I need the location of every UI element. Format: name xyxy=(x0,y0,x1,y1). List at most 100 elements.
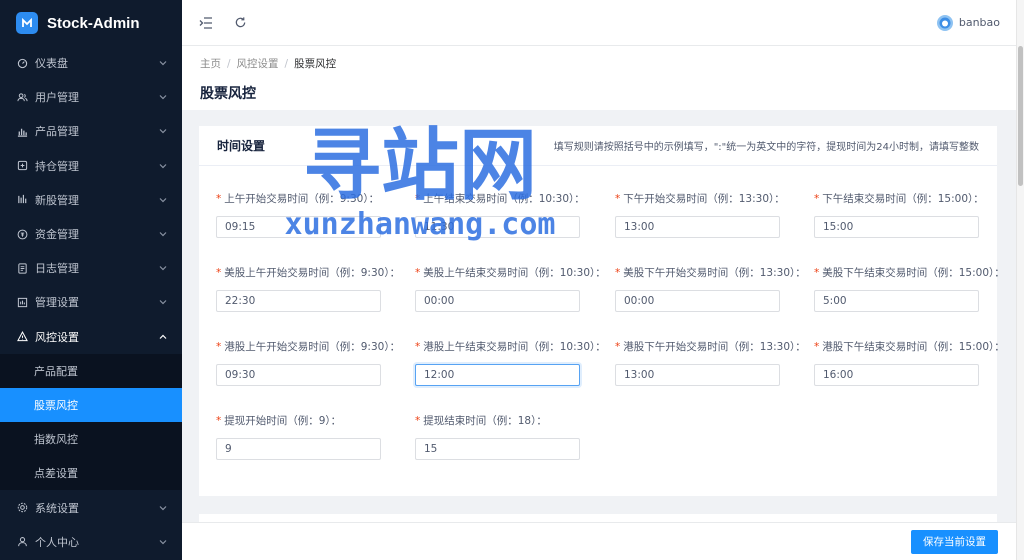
field-label-text: 港股下午开始交易时间（例：13:30）： xyxy=(623,341,806,353)
scrollbar-thumb[interactable] xyxy=(1018,46,1023,186)
user-menu[interactable]: banbao xyxy=(936,14,1000,31)
sidebar-subitem-index-risk[interactable]: 指数风控 xyxy=(0,422,182,456)
sidebar-item-positions[interactable]: 持仓管理 xyxy=(0,149,182,183)
collapse-menu-icon[interactable] xyxy=(198,15,214,31)
field-label-text: 提现开始时间（例：9）： xyxy=(224,415,342,427)
chevron-down-icon xyxy=(158,503,168,513)
save-settings-button[interactable]: 保存当前设置 xyxy=(911,529,998,554)
required-mark: * xyxy=(216,341,222,353)
field-label-text: 港股上午结束交易时间（例：10:30）： xyxy=(423,341,606,353)
us-am-end-input[interactable] xyxy=(415,290,580,312)
ipo-icon xyxy=(16,194,28,206)
am-end-input[interactable] xyxy=(415,216,580,238)
required-mark: * xyxy=(615,341,621,353)
field-label-text: 提现结束时间（例：18）： xyxy=(423,415,547,427)
top-header: banbao xyxy=(182,0,1016,46)
chevron-down-icon xyxy=(158,537,168,547)
chevron-down-icon xyxy=(158,195,168,205)
field-label-text: 美股下午开始交易时间（例：13:30）： xyxy=(623,267,806,279)
log-icon xyxy=(16,262,28,274)
sidebar-item-label: 用户管理 xyxy=(35,91,79,105)
pm-start-input[interactable] xyxy=(615,216,780,238)
sidebar-item-admin[interactable]: 管理设置 xyxy=(0,285,182,319)
refresh-icon[interactable] xyxy=(232,15,248,31)
hk-am-end-input[interactable] xyxy=(415,364,580,386)
form-field: * 港股上午开始交易时间（例：9:30）： xyxy=(216,339,416,386)
us-am-start-input[interactable] xyxy=(216,290,381,312)
form-field: * 上午结束交易时间（例：10:30）： xyxy=(415,191,615,238)
field-label: * 上午结束交易时间（例：10:30）： xyxy=(415,191,615,205)
required-mark: * xyxy=(615,193,621,205)
us-pm-end-input[interactable] xyxy=(814,290,979,312)
field-label: * 港股下午结束交易时间（例：15:00）： xyxy=(814,339,1014,353)
breadcrumb-home[interactable]: 主页 xyxy=(200,56,221,71)
gear-icon xyxy=(16,502,28,514)
am-start-input[interactable] xyxy=(216,216,381,238)
page-heading: 主页 / 风控设置 / 股票风控 股票风控 xyxy=(182,46,1016,110)
breadcrumb-risk-settings[interactable]: 风控设置 xyxy=(237,56,279,71)
chevron-down-icon xyxy=(158,263,168,273)
sidebar-subitem-stock-risk[interactable]: 股票风控 xyxy=(0,387,182,423)
breadcrumb-separator: / xyxy=(284,57,289,70)
us-pm-start-input[interactable] xyxy=(615,290,780,312)
field-label: * 港股上午结束交易时间（例：10:30）： xyxy=(415,339,615,353)
page-scrollbar[interactable] xyxy=(1016,0,1024,560)
field-label-text: 美股下午结束交易时间（例：15:00）： xyxy=(822,267,1005,279)
hk-pm-start-input[interactable] xyxy=(615,364,780,386)
chevron-down-icon xyxy=(158,58,168,68)
field-label-text: 下午开始交易时间（例：13:30）： xyxy=(623,193,785,205)
sidebar-item-logs[interactable]: 日志管理 xyxy=(0,251,182,285)
sidebar: Stock-Admin 仪表盘 用户管理 产品管理 持仓管理 新股管理 资金管理… xyxy=(0,0,182,560)
sidebar-item-ipo[interactable]: 新股管理 xyxy=(0,183,182,217)
form-field: * 上午开始交易时间（例：9:30）： xyxy=(216,191,416,238)
form-field: * 美股下午结束交易时间（例：15:00）： xyxy=(814,265,1014,312)
chevron-down-icon xyxy=(158,161,168,171)
form-field: * 提现开始时间（例：9）： xyxy=(216,413,416,460)
sidebar-item-label: 新股管理 xyxy=(35,193,79,207)
sidebar-item-risk[interactable]: 风控设置 xyxy=(0,320,182,354)
required-mark: * xyxy=(415,341,421,353)
chevron-down-icon xyxy=(158,92,168,102)
field-label: * 美股上午结束交易时间（例：10:30）： xyxy=(415,265,615,279)
required-mark: * xyxy=(415,415,421,427)
required-mark: * xyxy=(415,267,421,279)
app-title: Stock-Admin xyxy=(47,14,140,32)
pm-end-input[interactable] xyxy=(814,216,979,238)
sidebar-subitem-spread-settings[interactable]: 点差设置 xyxy=(0,456,182,490)
sidebar-item-users[interactable]: 用户管理 xyxy=(0,80,182,114)
required-mark: * xyxy=(814,193,820,205)
hk-pm-end-input[interactable] xyxy=(814,364,979,386)
sidebar-item-profile[interactable]: 个人中心 xyxy=(0,525,182,559)
logo[interactable]: Stock-Admin xyxy=(0,0,182,46)
sidebar-subitem-product-config[interactable]: 产品配置 xyxy=(0,354,182,388)
sidebar-item-products[interactable]: 产品管理 xyxy=(0,114,182,148)
field-label-text: 美股上午结束交易时间（例：10:30）： xyxy=(423,267,606,279)
field-label-text: 港股上午开始交易时间（例：9:30）： xyxy=(224,341,401,353)
field-label-text: 美股上午开始交易时间（例：9:30）： xyxy=(224,267,401,279)
card-header: 时间设置 填写规则请按照括号中的示例填写，":"统一为英文中的字符，提现时间为2… xyxy=(199,126,997,166)
required-mark: * xyxy=(216,193,222,205)
sidebar-item-system[interactable]: 系统设置 xyxy=(0,490,182,524)
required-mark: * xyxy=(415,193,421,205)
form-field: * 港股下午开始交易时间（例：13:30）： xyxy=(615,339,815,386)
sidebar-menu: 仪表盘 用户管理 产品管理 持仓管理 新股管理 资金管理 日志管理 管理设置 风… xyxy=(0,46,182,354)
withdraw-end-input[interactable] xyxy=(415,438,580,460)
withdraw-start-input[interactable] xyxy=(216,438,381,460)
logo-icon xyxy=(16,12,38,34)
form-field: * 美股上午开始交易时间（例：9:30）： xyxy=(216,265,416,312)
field-label: * 上午开始交易时间（例：9:30）： xyxy=(216,191,416,205)
sidebar-item-funds[interactable]: 资金管理 xyxy=(0,217,182,251)
sidebar-item-label: 风控设置 xyxy=(35,330,79,344)
sidebar-item-dashboard[interactable]: 仪表盘 xyxy=(0,46,182,80)
field-label-text: 上午开始交易时间（例：9:30）： xyxy=(224,193,380,205)
field-label-text: 港股下午结束交易时间（例：15:00）： xyxy=(822,341,1005,353)
form-field: * 下午开始交易时间（例：13:30）： xyxy=(615,191,815,238)
field-label: * 美股下午开始交易时间（例：13:30）： xyxy=(615,265,815,279)
users-icon xyxy=(16,91,28,103)
hk-am-start-input[interactable] xyxy=(216,364,381,386)
field-label: * 下午结束交易时间（例：15:00）： xyxy=(814,191,1014,205)
sidebar-item-label: 系统设置 xyxy=(35,501,79,515)
form-field: * 港股上午结束交易时间（例：10:30）： xyxy=(415,339,615,386)
chevron-down-icon xyxy=(158,126,168,136)
form-field: * 提现结束时间（例：18）： xyxy=(415,413,615,460)
